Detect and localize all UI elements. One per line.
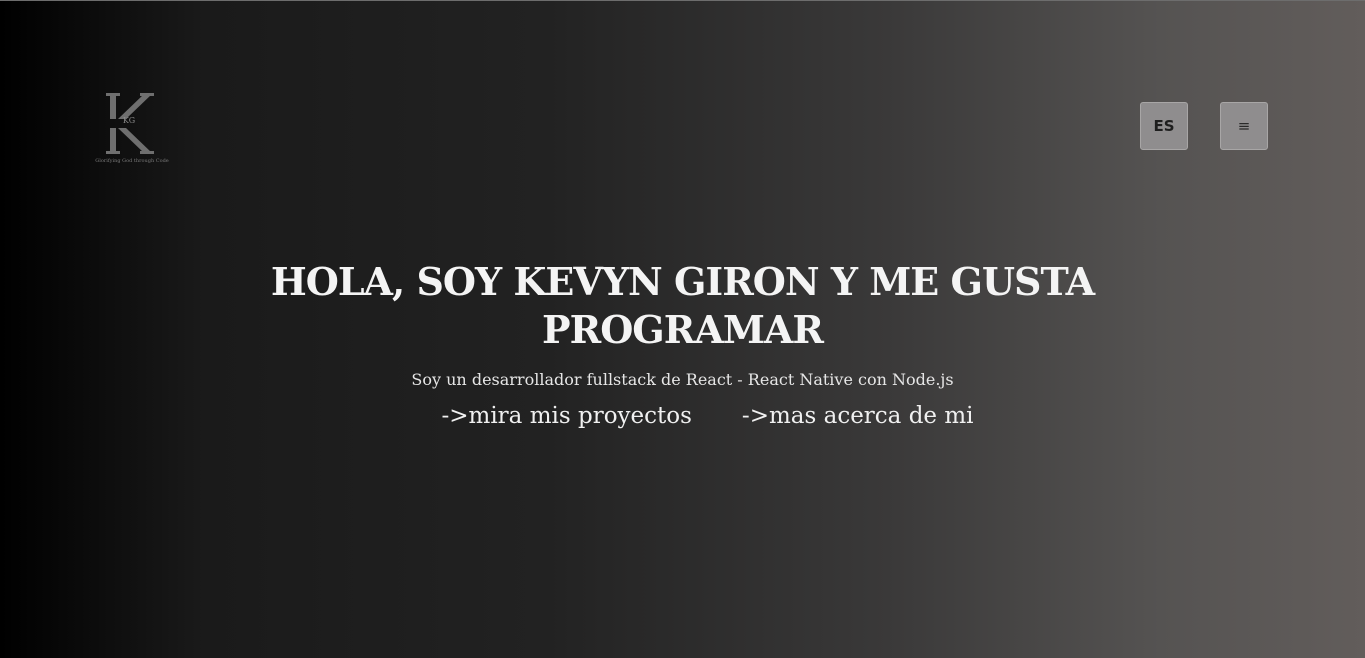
hero-section: HOLA, SOY KEVYN GIRON Y ME GUSTA PROGRAM… [0,258,1365,429]
hero-links: ->mira mis proyectos ->mas acerca de mi [0,403,1365,429]
hamburger-menu-icon: ≡ [1237,117,1251,135]
projects-link[interactable]: ->mira mis proyectos [441,403,691,429]
language-toggle-button[interactable]: ES [1140,102,1188,150]
k-logo-icon [106,93,154,154]
logo-monogram: KG [122,116,136,125]
logo-tagline: Glorifying God through Code [95,158,169,164]
top-border [0,0,1365,1]
hero-title: HOLA, SOY KEVYN GIRON Y ME GUSTA PROGRAM… [270,259,1095,352]
hero-subtitle: Soy un desarrollador fullstack de React … [411,370,954,389]
menu-button[interactable]: ≡ [1220,102,1268,150]
about-me-link[interactable]: ->mas acerca de mi [742,403,974,429]
site-logo[interactable]: KG Glorifying God through Code [92,90,172,170]
